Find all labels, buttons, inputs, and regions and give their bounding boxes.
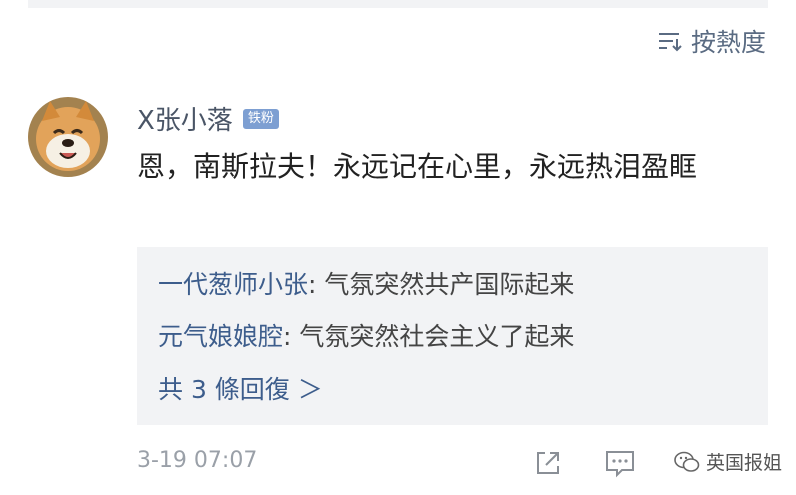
avatar[interactable] — [28, 97, 108, 177]
watermark-text: 英国报姐 — [705, 452, 782, 474]
reply-text: : 气氛突然社会主义了起来 — [283, 322, 575, 351]
sort-icon — [658, 33, 682, 52]
view-all-replies-link[interactable]: 共 3 條回復 ＞ — [158, 370, 323, 406]
username[interactable]: X张小落 — [137, 100, 233, 137]
comment-icon — [606, 451, 634, 478]
reply-item[interactable]: 元气娘娘腔: 气氛突然社会主义了起来 — [158, 317, 574, 353]
comment-header: X张小落 铁粉 — [137, 100, 279, 137]
replies-box[interactable]: 一代葱师小张: 气氛突然共产国际起来 元气娘娘腔: 气氛突然社会主义了起来 共 … — [137, 247, 768, 425]
comment-text: 恩，南斯拉夫！永远记在心里，永远热泪盈眶 — [137, 150, 698, 183]
share-button[interactable] — [531, 446, 565, 480]
sort-label: 按熱度 — [690, 28, 766, 57]
reply-username[interactable]: 元气娘娘腔 — [158, 322, 283, 351]
fan-badge: 铁粉 — [242, 108, 279, 129]
reply-text: : 气氛突然共产国际起来 — [308, 270, 575, 299]
top-divider — [28, 0, 768, 8]
sort-by-heat-button[interactable]: 按熱度 — [657, 24, 766, 58]
comment-timestamp: 3-19 07:07 — [137, 448, 258, 473]
share-icon — [537, 452, 559, 474]
reply-button[interactable] — [603, 446, 637, 480]
wechat-icon — [674, 451, 700, 472]
watermark: 英国报姐 — [674, 448, 782, 475]
reply-username[interactable]: 一代葱师小张 — [158, 270, 308, 299]
reply-item[interactable]: 一代葱师小张: 气氛突然共产国际起来 — [158, 265, 574, 301]
